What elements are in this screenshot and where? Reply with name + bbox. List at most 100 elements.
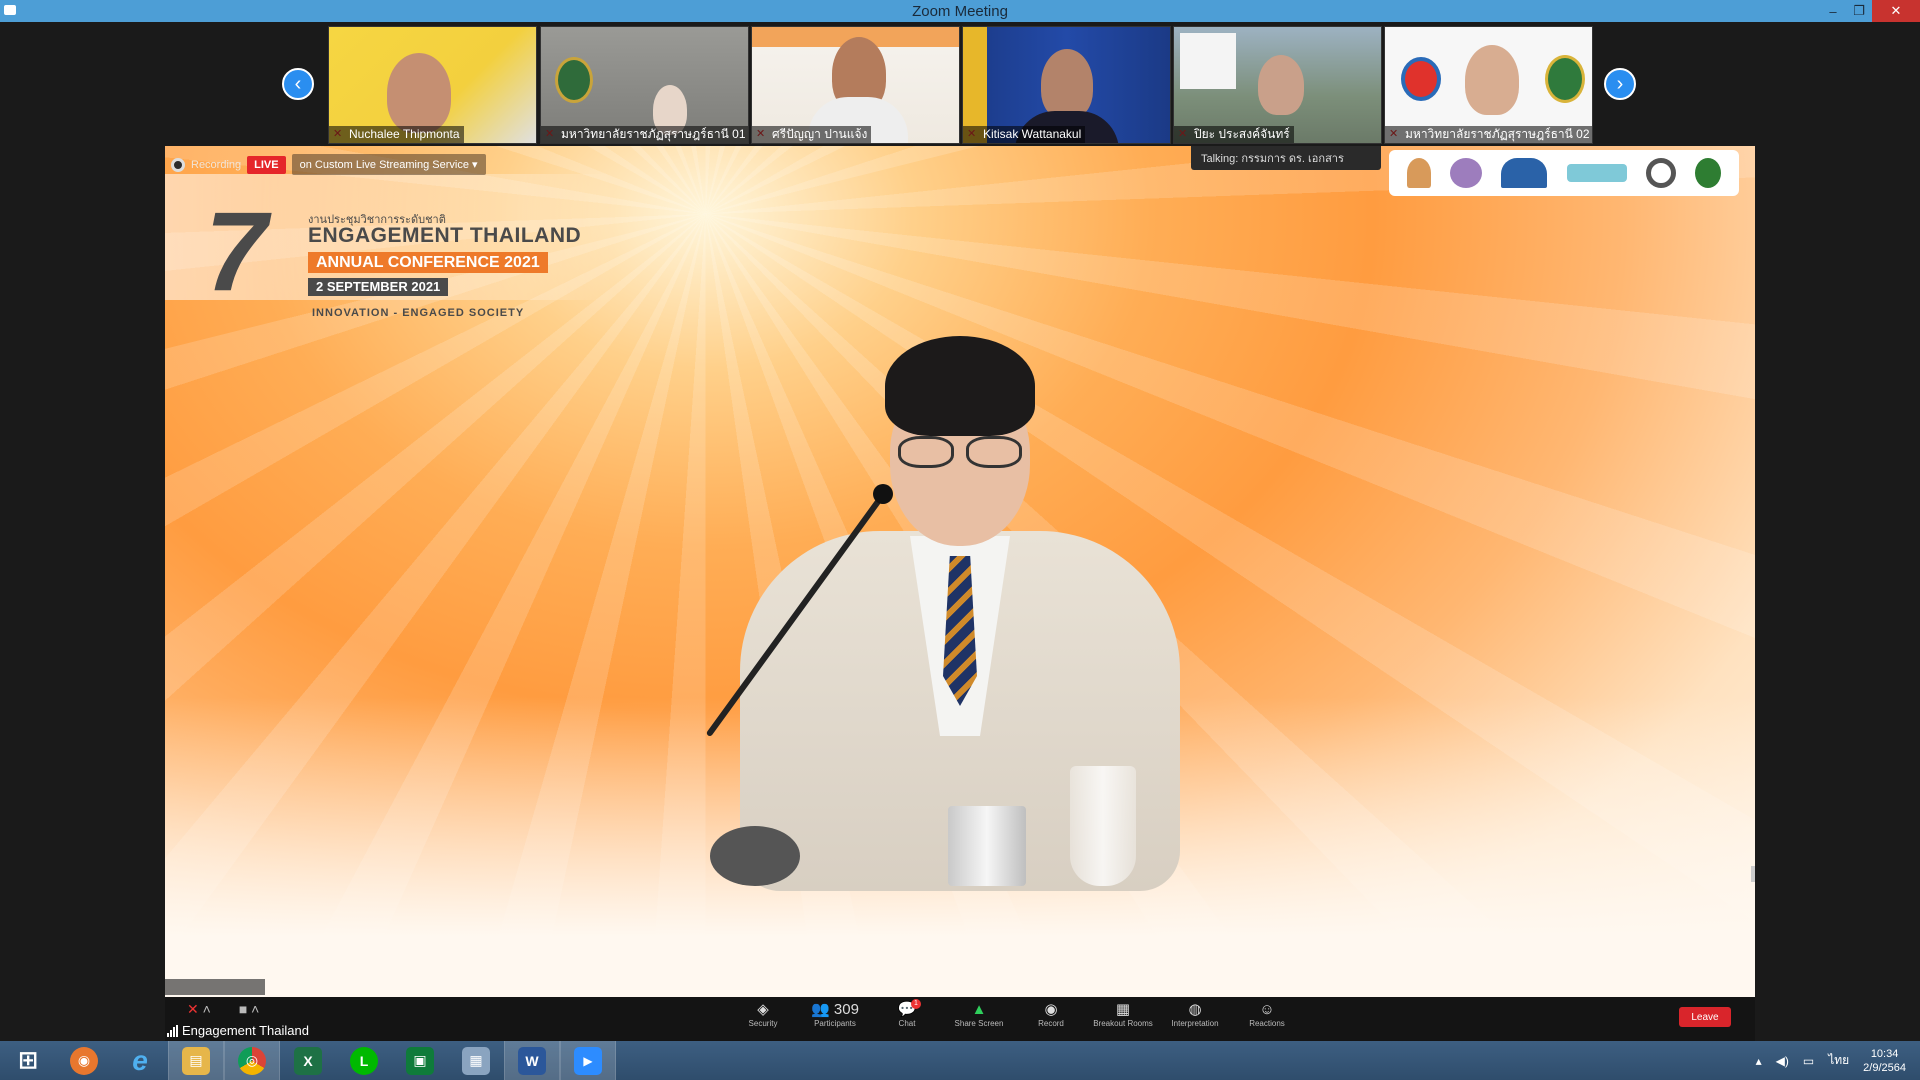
windows-taskbar: ⊞ ◉ e ▤ ◎ X L ▣ ▦ W ▶ ▴ ◀) ▭ ไทย 10:34 2…	[0, 1041, 1920, 1080]
minimize-button[interactable]: –	[1820, 0, 1846, 22]
chevron-right-icon: ›	[1616, 72, 1624, 95]
participant-name: มหาวิทยาลัยราชภัฏสุราษฎร์ธานี 01	[541, 126, 748, 143]
recording-icon	[171, 157, 185, 172]
coffee-mug	[948, 806, 1026, 886]
smiley-icon: ☺	[1259, 1001, 1275, 1018]
system-tray: ▴ ◀) ▭ ไทย 10:34 2/9/2564	[1756, 1041, 1920, 1080]
water-glass	[1070, 766, 1136, 886]
share-screen-button[interactable]: ▲ Share Screen	[939, 1001, 1019, 1028]
conference-banner: 7 งานประชุมวิชาการระดับชาติ ENGAGEMENT T…	[165, 174, 615, 319]
start-video-button[interactable]: ■ ˄	[239, 1001, 260, 1018]
participant-tile[interactable]: ✕ มหาวิทยาลัยราชภัฏสุราษฎร์ธานี 01	[540, 26, 749, 144]
security-button[interactable]: ◈ Security	[723, 1001, 803, 1028]
conference-date: 2 SEPTEMBER 2021	[308, 278, 449, 296]
tray-overflow-icon[interactable]: ▴	[1756, 1054, 1762, 1068]
close-button[interactable]: ✕	[1872, 0, 1920, 22]
presenter-figure	[705, 336, 1180, 896]
participant-video-person	[1465, 45, 1519, 115]
university-seal-icon	[1545, 55, 1585, 103]
leave-button[interactable]: Leave	[1679, 1007, 1731, 1027]
window-controls: – ❐ ✕	[1820, 0, 1920, 22]
start-button[interactable]: ⊞	[0, 1041, 56, 1080]
signal-strength-icon	[167, 1024, 178, 1037]
chat-button[interactable]: 💬 1 Chat	[867, 999, 947, 1028]
participant-tile[interactable]: ✕ มหาวิทยาลัยราชภัฏสุราษฎร์ธานี 02	[1384, 26, 1593, 144]
clock-date: 2/9/2564	[1863, 1061, 1906, 1074]
window-titlebar: Zoom Meeting – ❐ ✕	[0, 0, 1920, 22]
participant-tile[interactable]: ✕ Kitisak Wattanakul	[962, 26, 1171, 144]
interpretation-label: Interpretation	[1171, 1019, 1219, 1028]
record-icon: ◉	[1044, 1001, 1058, 1018]
self-view-minimized[interactable]	[165, 979, 265, 995]
taskbar-ie[interactable]: e	[112, 1041, 168, 1080]
chevron-left-icon: ‹	[294, 72, 302, 95]
windows-logo-icon: ⊞	[17, 1047, 39, 1074]
word-icon: W	[518, 1046, 546, 1075]
active-speaker-video: 7 งานประชุมวิชาการระดับชาติ ENGAGEMENT T…	[165, 146, 1755, 997]
university-seal-icon	[555, 57, 593, 103]
restore-button[interactable]: ❐	[1846, 0, 1872, 22]
prev-page-button[interactable]: ‹	[282, 68, 314, 100]
security-label: Security	[748, 1019, 778, 1028]
network-icon[interactable]: ▭	[1803, 1054, 1814, 1068]
calculator-icon: ▦	[462, 1046, 490, 1075]
participant-tile[interactable]: ✕ ศรีปัญญา ปานแจ้ง	[751, 26, 960, 144]
mute-button[interactable]: ✕ ˄	[187, 1001, 211, 1018]
participants-button[interactable]: 👥 309 Participants	[795, 1001, 875, 1028]
reactions-button[interactable]: ☺ Reactions	[1227, 1001, 1307, 1028]
participant-name: ศรีปัญญา ปานแจ้ง	[752, 126, 872, 143]
firefox-icon: ◉	[70, 1046, 98, 1075]
record-label: Record	[1038, 1019, 1064, 1028]
recording-status-bar: Recording LIVE on Custom Live Streaming …	[171, 154, 486, 175]
taskbar-store[interactable]: ▣	[392, 1041, 448, 1080]
next-page-button[interactable]: ›	[1604, 68, 1636, 100]
chat-unread-badge: 1	[911, 999, 921, 1009]
participant-name: ปิยะ ประสงค์จันทร์	[1174, 126, 1294, 143]
clock-time: 10:34	[1870, 1047, 1899, 1060]
language-indicator[interactable]: ไทย	[1828, 1051, 1849, 1070]
red-logo-icon	[1401, 57, 1441, 101]
participant-name: Kitisak Wattanakul	[963, 126, 1086, 143]
taskbar-line[interactable]: L	[336, 1041, 392, 1080]
taskbar-zoom[interactable]: ▶	[560, 1041, 616, 1080]
volume-icon[interactable]: ◀)	[1776, 1054, 1789, 1068]
system-clock[interactable]: 10:34 2/9/2564	[1863, 1047, 1906, 1075]
participant-tile[interactable]: ✕ Nuchalee Thipmonta	[328, 26, 537, 144]
reactions-label: Reactions	[1249, 1019, 1285, 1028]
store-icon: ▣	[406, 1046, 434, 1075]
interpretation-button[interactable]: ◍ Interpretation	[1155, 1001, 1235, 1028]
shield-icon: ◈	[757, 1001, 769, 1018]
share-screen-label: Share Screen	[954, 1019, 1004, 1028]
taskbar-firefox[interactable]: ◉	[56, 1041, 112, 1080]
participant-tile[interactable]: ✕ ปิยะ ประสงค์จันทร์	[1173, 26, 1382, 144]
participant-video-person	[387, 53, 451, 133]
talking-indicator: Talking: กรรมการ ดร. เอกสาร	[1191, 146, 1381, 170]
zoom-app-icon	[4, 5, 16, 15]
recording-label: Recording	[191, 158, 242, 171]
folder-icon: ▤	[182, 1046, 210, 1075]
purple-seal-icon	[1449, 158, 1482, 188]
participant-video-person	[1041, 49, 1093, 119]
participant-video-person	[1258, 55, 1304, 115]
breakout-rooms-icon: ▦	[1115, 1001, 1131, 1018]
live-badge: LIVE	[247, 155, 286, 174]
breakout-rooms-button[interactable]: ▦ Breakout Rooms	[1083, 1001, 1163, 1028]
taskbar-file-explorer[interactable]: ▤	[168, 1041, 224, 1080]
taskbar-word[interactable]: W	[504, 1041, 560, 1080]
chat-label: Chat	[898, 1019, 916, 1028]
mic-muted-icon: ✕	[187, 1001, 199, 1017]
meeting-toolbar: ✕ ˄ ■ ˄ Engagement Thailand ◈ Security 👥…	[165, 997, 1755, 1041]
zoom-icon: ▶	[574, 1046, 602, 1075]
share-screen-icon: ▲	[971, 1001, 987, 1018]
link-logo-icon	[1645, 158, 1676, 188]
taskbar-calculator[interactable]: ▦	[448, 1041, 504, 1080]
excel-icon: X	[294, 1046, 322, 1075]
audio-video-controls: ✕ ˄ ■ ˄	[187, 1001, 259, 1018]
breakout-rooms-label: Breakout Rooms	[1093, 1019, 1153, 1028]
self-name-label: Engagement Thailand	[167, 1023, 309, 1038]
taskbar-excel[interactable]: X	[280, 1041, 336, 1080]
taskbar-chrome[interactable]: ◎	[224, 1041, 280, 1080]
record-button[interactable]: ◉ Record	[1011, 1001, 1091, 1028]
window-title: Zoom Meeting	[912, 2, 1008, 20]
live-stream-dropdown[interactable]: on Custom Live Streaming Service ▾	[291, 154, 486, 175]
